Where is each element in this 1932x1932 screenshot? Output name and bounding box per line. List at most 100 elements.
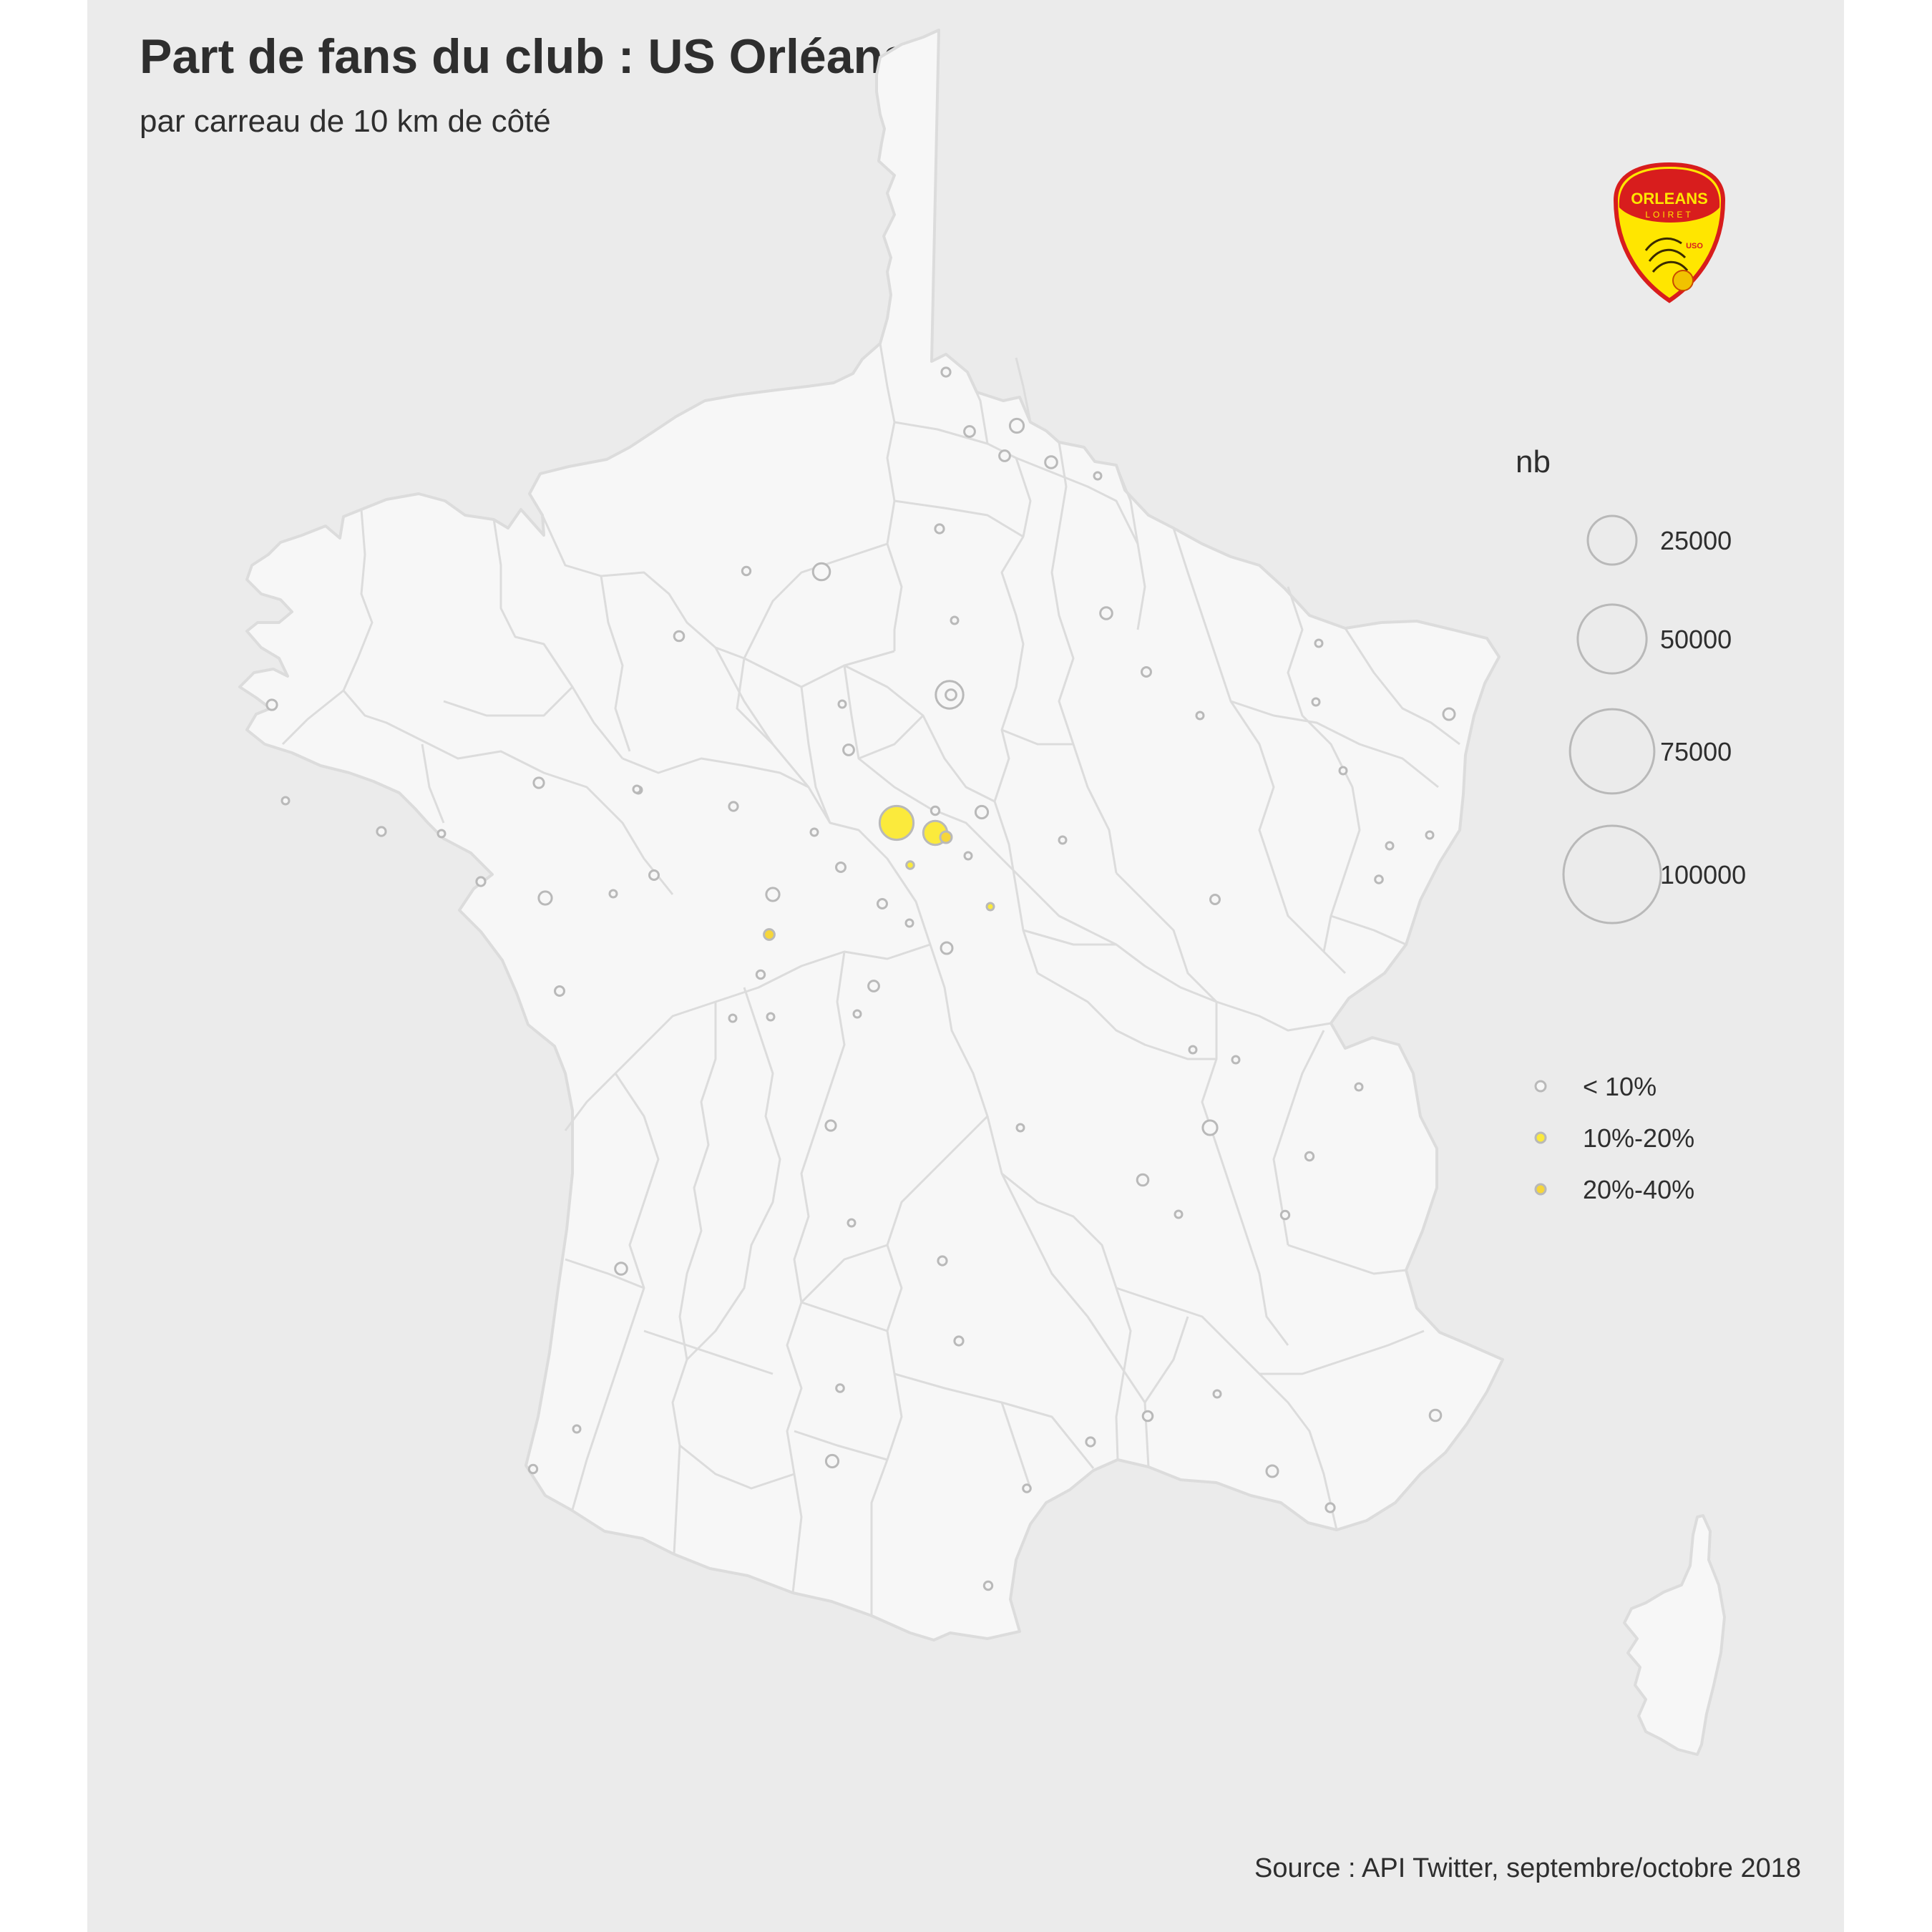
fan-count-circle xyxy=(1141,1410,1154,1423)
fan-count-circle xyxy=(877,898,888,909)
legend-color-label: < 10% xyxy=(1583,1072,1657,1101)
fan-count-circle xyxy=(1209,894,1221,905)
fan-count-circle xyxy=(1195,711,1205,721)
fan-count-circle xyxy=(842,743,855,756)
legend-color-label: 20%-40% xyxy=(1583,1175,1694,1204)
fan-count-circle xyxy=(1279,1209,1291,1221)
fan-count-circle xyxy=(904,918,914,928)
fan-count-circle xyxy=(1044,455,1058,469)
fan-count-circle xyxy=(572,1424,582,1434)
legend-color-key xyxy=(1534,1183,1547,1196)
map-figure: Part de fans du club : US Orléans par ca… xyxy=(0,0,1932,1932)
fan-count-circle xyxy=(648,869,660,881)
fan-count-circle xyxy=(766,1012,776,1022)
fan-count-circle xyxy=(867,980,880,992)
fan-count-circle xyxy=(280,796,291,806)
fan-count-circle xyxy=(1425,830,1435,840)
club-logo: ORLEANS LOIRET FOOTBALL USO xyxy=(1613,162,1726,303)
fan-count-circle xyxy=(963,425,976,438)
legend-size-title: nb xyxy=(1516,444,1551,479)
legend: nb 25000 50000 75000 100000 < 10% 10%-20% 20%-4… xyxy=(1516,444,1746,1204)
fan-count-circle xyxy=(1338,766,1348,776)
legend-color-key xyxy=(1534,1080,1547,1093)
fan-count-circle xyxy=(1058,835,1068,845)
fan-count-circle xyxy=(728,1013,738,1023)
france-map: nb 25000 50000 75000 100000 < 10% 10%-20% 20%-4… xyxy=(238,29,1746,1756)
fan-count-circle xyxy=(532,776,545,789)
fan-count-circle xyxy=(1354,1082,1364,1092)
fan-count-circle xyxy=(905,860,915,870)
fan-count-circle xyxy=(878,804,915,841)
corsica xyxy=(1623,1514,1726,1756)
fan-count-circle xyxy=(436,829,447,839)
fan-count-circle xyxy=(475,876,487,887)
fan-count-circle xyxy=(673,630,686,643)
logo-wordmark: ORLEANS xyxy=(1631,190,1708,208)
fan-count-circle xyxy=(527,1463,539,1475)
fan-count-circle xyxy=(614,1262,628,1276)
fan-count-circle xyxy=(930,805,941,816)
fan-count-circle xyxy=(934,523,945,535)
fan-count-circle xyxy=(940,366,952,378)
fan-count-circle xyxy=(1099,606,1113,620)
fan-count-circle xyxy=(940,941,954,955)
fan-count-circle xyxy=(1304,1151,1315,1162)
fan-count-circle xyxy=(537,890,553,906)
fan-count-circle xyxy=(1374,874,1384,884)
legend-color-label: 10%-20% xyxy=(1583,1123,1694,1153)
fan-count-circle xyxy=(755,969,766,980)
france-mainland xyxy=(238,29,1504,1641)
fan-count-circle xyxy=(554,985,565,997)
fan-count-circle xyxy=(376,826,387,837)
fan-count-circle xyxy=(1442,707,1456,721)
fan-count-circle xyxy=(1201,1119,1219,1136)
fan-count-circle xyxy=(1022,1483,1032,1493)
legend-size-label: 100000 xyxy=(1660,860,1746,889)
legend-size-label: 25000 xyxy=(1660,526,1732,555)
fan-count-circle xyxy=(982,1580,994,1591)
fan-count-circle xyxy=(265,698,278,711)
legend-size-label: 75000 xyxy=(1660,737,1732,766)
fan-count-circle xyxy=(1136,1173,1150,1187)
fan-count-circle xyxy=(763,928,776,941)
fan-count-circle xyxy=(1324,1502,1336,1513)
legend-size-circle xyxy=(1568,708,1656,795)
fan-count-circle xyxy=(1093,471,1103,481)
legend-size-circle xyxy=(1576,603,1648,675)
logo-uso-text: USO xyxy=(1686,242,1703,250)
fan-count-circle xyxy=(1231,1055,1241,1065)
fan-count-circle xyxy=(835,862,847,873)
legend-size-circle xyxy=(1586,514,1638,566)
fan-count-circle xyxy=(985,902,995,912)
fan-count-circle xyxy=(1141,666,1152,678)
fan-count-circle xyxy=(1212,1389,1222,1399)
legend-size-circle xyxy=(1562,824,1662,924)
fan-count-circle xyxy=(1428,1408,1443,1423)
fan-count-circle xyxy=(1174,1209,1184,1219)
fan-count-circle xyxy=(963,851,973,861)
fan-count-circle xyxy=(1265,1464,1279,1478)
fan-count-circle xyxy=(1015,1123,1025,1133)
fan-count-circle xyxy=(728,801,739,812)
fan-count-circle xyxy=(847,1218,857,1228)
logo-subtext: FOOTBALL xyxy=(1649,223,1689,231)
fan-count-circle xyxy=(1311,697,1321,707)
fan-count-circle xyxy=(998,449,1011,462)
fan-count-circle xyxy=(608,889,618,899)
fan-count-circle xyxy=(741,565,752,577)
fan-count-circle xyxy=(809,827,819,837)
fan-count-circle xyxy=(1085,1436,1096,1448)
fan-count-circle xyxy=(837,699,847,709)
fan-count-circle xyxy=(835,1383,845,1393)
source-caption: Source : API Twitter, septembre/octobre … xyxy=(1254,1853,1801,1883)
fan-count-circle xyxy=(824,1453,840,1469)
fan-count-circle xyxy=(811,562,831,582)
fan-count-circle xyxy=(1188,1045,1198,1055)
fan-count-circle xyxy=(632,784,642,794)
logo-subtext: LOIRET xyxy=(1645,210,1693,220)
fan-count-circle xyxy=(1008,417,1025,434)
logo-ball-icon xyxy=(1672,270,1694,291)
fan-count-circle xyxy=(953,1335,965,1347)
fan-count-circle xyxy=(950,615,960,625)
fan-count-circle xyxy=(937,1255,948,1267)
